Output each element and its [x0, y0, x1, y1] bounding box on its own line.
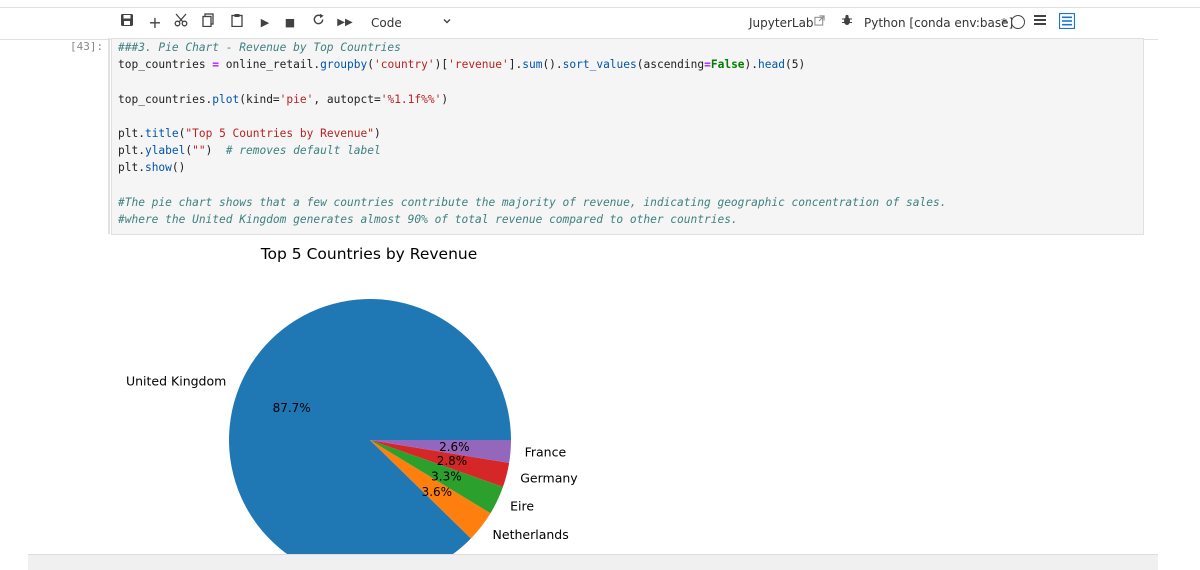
code-line-6: plt.show() — [118, 161, 186, 174]
pie-category-label-eire: Eire — [510, 498, 534, 513]
copy-icon[interactable] — [199, 13, 217, 33]
pie-pct-label-germany: 2.8% — [437, 454, 468, 468]
pie-chart: Top 5 Countries by Revenue 87.7% United K… — [126, 245, 578, 570]
cell-collapser[interactable] — [108, 38, 110, 234]
pie-category-label-germany: Germany — [520, 471, 578, 486]
bug-icon[interactable] — [839, 13, 855, 33]
paste-icon[interactable] — [228, 13, 246, 33]
code-line-5: plt.ylabel("") # removes default label — [118, 144, 381, 157]
code-line-8: #where the United Kingdom generates almo… — [118, 213, 738, 226]
code-line-7: #The pie chart shows that a few countrie… — [118, 196, 947, 209]
property-inspector-icon[interactable] — [1058, 12, 1076, 33]
pie-pct-label-united-kingdom: 87.7% — [273, 401, 311, 415]
fast-forward-icon[interactable]: ▶▶ — [336, 13, 354, 33]
cell-type-select[interactable]: Code — [371, 14, 402, 32]
chevron-down-icon[interactable] — [440, 13, 454, 33]
right-sidebar-gap — [1158, 38, 1200, 569]
menu-icon[interactable] — [1032, 13, 1048, 33]
cut-icon[interactable] — [172, 13, 190, 33]
notebook-toolbar: + ▶ ■ ▶▶ Code JupyterLab Python [conda e… — [0, 7, 1200, 40]
kernel-name[interactable]: Python [conda env:base] — [864, 14, 1013, 32]
chart-title: Top 5 Countries by Revenue — [260, 245, 478, 263]
pie-category-label-france: France — [525, 445, 567, 460]
stop-icon[interactable]: ■ — [283, 13, 297, 33]
kernel-status-icon — [1011, 15, 1025, 29]
pie-category-label-netherlands: Netherlands — [493, 527, 569, 542]
external-link-icon[interactable] — [812, 13, 826, 33]
pie-pct-label-eire: 3.3% — [431, 469, 462, 483]
jupyterlab-link[interactable]: JupyterLab — [749, 14, 814, 32]
code-line-2: top_countries = online_retail.groupby('c… — [118, 58, 806, 71]
code-line-1: ###3. Pie Chart - Revenue by Top Countri… — [118, 41, 401, 54]
code-line-4: plt.title("Top 5 Countries by Revenue") — [118, 127, 381, 140]
pie-pct-label-france: 2.6% — [439, 440, 470, 454]
add-icon[interactable]: + — [146, 13, 164, 33]
cell-execution-count: [43]: — [70, 40, 104, 53]
save-icon[interactable] — [118, 13, 136, 33]
horizontal-scrollbar[interactable] — [28, 554, 1158, 570]
cell-output: Top 5 Countries by Revenue 87.7% United K… — [111, 236, 1142, 570]
code-line-3: top_countries.plot(kind='pie', autopct='… — [118, 93, 449, 106]
pie-category-label-united-kingdom: United Kingdom — [126, 374, 226, 389]
kernel-busy-marker: * — [1001, 16, 1007, 30]
restart-icon[interactable] — [310, 13, 326, 33]
run-icon[interactable]: ▶ — [258, 13, 272, 33]
